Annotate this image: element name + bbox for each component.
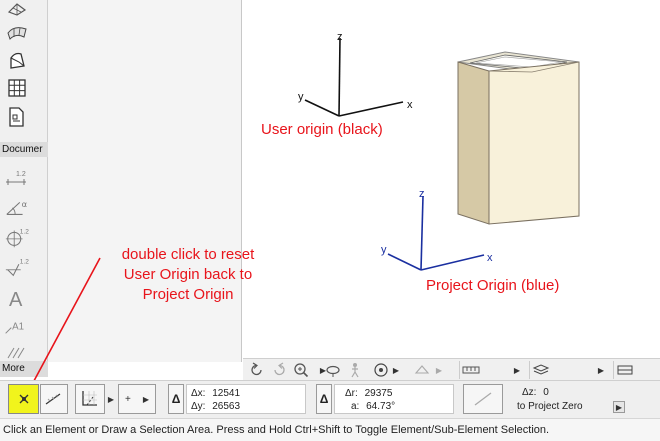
shell-tool-icon[interactable] [4, 20, 30, 44]
dz-label: Δz: [522, 387, 537, 398]
mesh-tool-icon[interactable] [4, 0, 30, 20]
scale-icon[interactable] [459, 361, 481, 379]
toolbox-more-button[interactable]: More [0, 361, 48, 377]
tracker-coordinate-bar: ▶ + ▶ Δ Δx: 12541 Δy: 26563 Δ Δr: 29375 a… [0, 380, 660, 418]
elevation-line-icon[interactable] [463, 384, 503, 414]
angle-label: a: [351, 401, 360, 412]
user-origin-annotation: User origin (black) [261, 121, 383, 138]
snap-guide-icon[interactable] [40, 384, 68, 414]
svg-text:1.2: 1.2 [16, 171, 26, 178]
toolbox-panel: Documer 1.2 α 1.2 1.2 A A1 More [0, 0, 48, 377]
user-origin-axes [304, 37, 404, 117]
user-axis-z-label: z [337, 31, 343, 43]
redo-view-icon[interactable] [269, 361, 289, 379]
delta-symbol: Δ [319, 392, 329, 406]
user-origin-button[interactable] [8, 384, 39, 414]
svg-text:A: A [9, 289, 23, 309]
hint-line: User Origin back to [123, 266, 253, 283]
svg-text:1.2: 1.2 [20, 258, 29, 265]
reference-dropdown-icon[interactable]: ▶ [613, 401, 625, 413]
angle-dimension-icon[interactable]: α [4, 195, 30, 219]
polar-delta-toggle-button[interactable]: Δ [316, 384, 332, 414]
hint-line: double click to reset [121, 246, 255, 263]
project-axis-y-label: y [381, 244, 387, 256]
user-axis-x-label: x [407, 99, 413, 111]
cartesian-coordinates-field[interactable]: Δx: 12541 Δy: 26563 [186, 384, 306, 414]
layers-icon[interactable] [529, 361, 551, 379]
angle-value[interactable]: 64.73° [366, 401, 395, 412]
model-canvas[interactable]: z x y z x y User origin (black) Project … [243, 0, 660, 358]
chimney-block[interactable] [457, 51, 580, 225]
dy-value[interactable]: 26563 [212, 401, 240, 412]
project-axis-z-label: z [419, 188, 425, 200]
hint-line: Project Origin [142, 286, 234, 303]
layers-dropdown-icon[interactable]: ▶ [595, 361, 607, 379]
delta-symbol: Δ [171, 392, 181, 406]
toolbox-section-document[interactable]: Documer [0, 142, 48, 157]
dr-value[interactable]: 29375 [365, 388, 393, 399]
radial-dimension-icon[interactable]: 1.2 [4, 225, 30, 249]
renovation-icon[interactable] [613, 361, 635, 379]
svg-text:A1: A1 [12, 321, 24, 332]
walk-icon[interactable] [345, 361, 365, 379]
zoom-icon[interactable] [291, 361, 311, 379]
undo-view-icon[interactable] [247, 361, 267, 379]
orbit-icon[interactable] [323, 361, 343, 379]
label-tool-icon[interactable]: A1 [4, 314, 30, 338]
morph-tool-icon[interactable] [4, 48, 30, 72]
status-text: Click an Element or Draw a Selection Are… [3, 424, 550, 436]
explore-dropdown-icon[interactable]: ▶ [390, 361, 402, 379]
delta-toggle-button[interactable]: Δ [168, 384, 184, 414]
scale-dropdown-icon[interactable]: ▶ [511, 361, 523, 379]
reset-origin-hint: double click to reset User Origin back t… [88, 245, 288, 305]
user-axis-y-label: y [298, 91, 304, 103]
dy-label: Δy: [191, 401, 206, 412]
polar-coordinates-field[interactable]: Δr: 29375 a: 64.73° [334, 384, 454, 414]
relative-construction-icon[interactable]: + ▶ [118, 384, 156, 414]
view-settings-icon[interactable] [411, 361, 433, 379]
navigation-toolbar: ▶ ▶ ▶ ▶ ▶ [243, 358, 660, 380]
status-bar: Click an Element or Draw a Selection Are… [0, 418, 660, 441]
dx-label: Δx: [191, 388, 206, 399]
project-origin-annotation: Project Origin (blue) [426, 277, 560, 294]
grid-snap-icon[interactable] [75, 384, 105, 414]
text-tool-icon[interactable]: A [4, 286, 30, 310]
dimension-icon[interactable]: 1.2 [4, 166, 30, 190]
elevation-field[interactable]: Δz: 0 to Project Zero [508, 384, 628, 414]
worksheet-icon[interactable] [4, 105, 30, 129]
curtain-wall-icon[interactable] [4, 76, 30, 100]
grid-snap-dropdown-icon[interactable]: ▶ [105, 384, 117, 414]
dz-value[interactable]: 0 [543, 387, 549, 398]
dx-value[interactable]: 12541 [212, 388, 240, 399]
toolbox-empty-area [48, 0, 242, 362]
explore-icon[interactable] [371, 361, 391, 379]
dr-label: Δr: [345, 388, 358, 399]
svg-text:α: α [22, 199, 28, 209]
project-axis-x-label: x [487, 252, 493, 264]
view-settings-dropdown-icon[interactable]: ▶ [433, 361, 445, 379]
svg-text:1.2: 1.2 [20, 228, 29, 235]
level-dimension-icon[interactable]: 1.2 [4, 255, 30, 279]
reference-level: to Project Zero [517, 401, 583, 412]
